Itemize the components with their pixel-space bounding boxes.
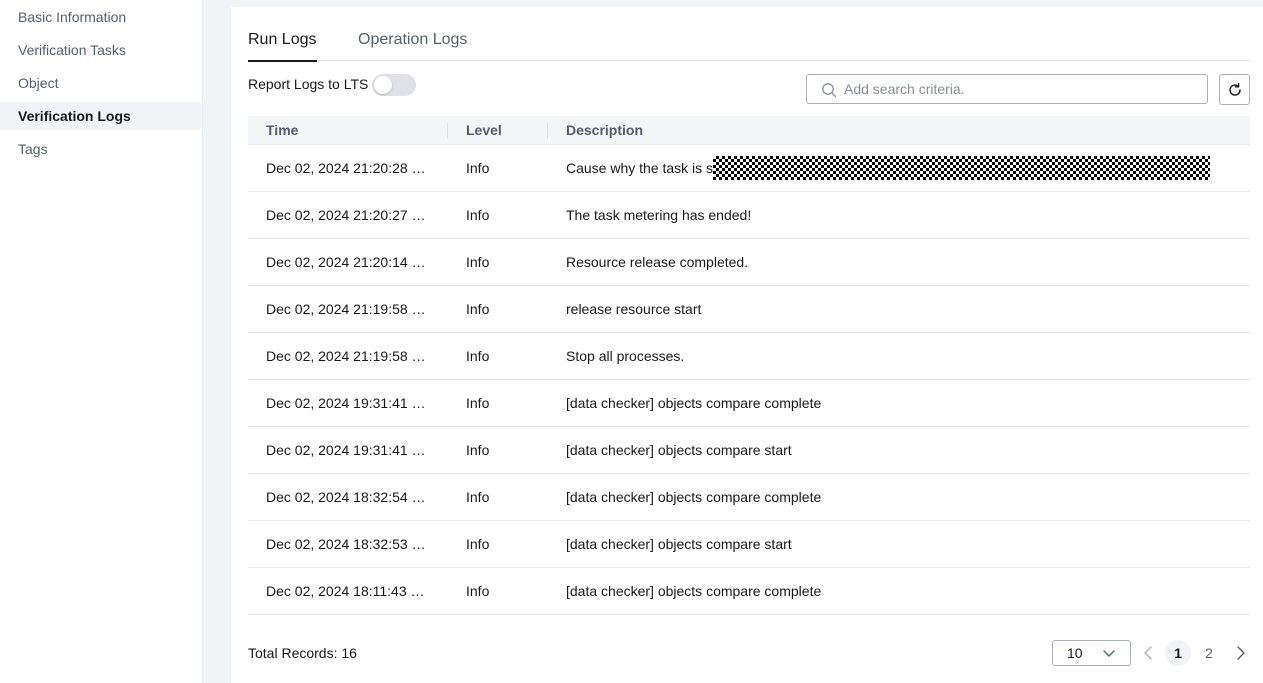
column-divider[interactable]: [547, 123, 548, 139]
sidebar-item-verification-logs[interactable]: Verification Logs: [0, 102, 201, 130]
cell-time: Dec 02, 2024 21:20:28 G...: [266, 160, 428, 176]
page-size-value: 10: [1067, 645, 1083, 661]
cell-level: Info: [466, 160, 490, 176]
total-records: Total Records: 16: [248, 645, 357, 661]
cell-level: Info: [466, 348, 490, 364]
cell-description: Resource release completed.: [566, 254, 749, 270]
cell-level: Info: [466, 442, 490, 458]
cell-time: Dec 02, 2024 18:32:53 G...: [266, 536, 428, 552]
table-row: Dec 02, 2024 18:32:53 G... Info [data ch…: [248, 521, 1250, 568]
chevron-left-icon[interactable]: [1140, 644, 1156, 662]
table-row: Dec 02, 2024 21:20:27 G... Info The task…: [248, 192, 1250, 239]
redacted-overlay: [713, 156, 1210, 180]
sidebar-item-basic-information[interactable]: Basic Information: [0, 3, 201, 31]
table-header: Time Level Description: [248, 116, 1250, 145]
column-header-time[interactable]: Time: [266, 116, 298, 145]
search-icon: [822, 83, 837, 98]
cell-description: release resource start: [566, 301, 702, 317]
cell-time: Dec 02, 2024 19:31:41 G...: [266, 395, 428, 411]
cell-description: [data checker] objects compare complete: [566, 395, 822, 411]
cell-level: Info: [466, 536, 490, 552]
column-divider[interactable]: [447, 123, 448, 139]
page-size-select[interactable]: 10: [1052, 640, 1131, 666]
refresh-icon: [1229, 82, 1241, 96]
table-row: Dec 02, 2024 21:19:58 G... Info release …: [248, 286, 1250, 333]
refresh-button[interactable]: [1219, 74, 1250, 105]
cell-description: [data checker] objects compare start: [566, 536, 792, 552]
report-logs-lts-label: Report Logs to LTS: [248, 76, 369, 92]
toggle-knob: [374, 76, 392, 94]
sidebar-item-verification-tasks[interactable]: Verification Tasks: [0, 36, 201, 64]
cell-description: [data checker] objects compare complete: [566, 489, 822, 505]
tab-run-logs[interactable]: Run Logs: [248, 31, 317, 62]
table-row: Dec 02, 2024 21:19:58 G... Info Stop all…: [248, 333, 1250, 380]
search-input[interactable]: [844, 80, 1194, 98]
cell-level: Info: [466, 207, 490, 223]
cell-level: Info: [466, 301, 490, 317]
main-panel: Run Logs Operation Logs Report Logs to L…: [231, 7, 1263, 683]
table-row: Dec 02, 2024 19:31:41 G... Info [data ch…: [248, 427, 1250, 474]
page-1-button[interactable]: 1: [1165, 640, 1191, 666]
column-header-description[interactable]: Description: [566, 116, 643, 145]
cell-time: Dec 02, 2024 18:11:43 G...: [266, 583, 428, 599]
sidebar-item-tags[interactable]: Tags: [0, 135, 201, 163]
chevron-right-icon[interactable]: [1233, 644, 1249, 662]
cell-description: Stop all processes.: [566, 348, 685, 364]
cell-time: Dec 02, 2024 21:19:58 G...: [266, 301, 428, 317]
cell-description: The task metering has ended!: [566, 207, 752, 223]
chevron-down-icon: [1103, 650, 1115, 657]
log-tabs: Run Logs Operation Logs: [248, 7, 1250, 62]
cell-time: Dec 02, 2024 21:19:58 G...: [266, 348, 428, 364]
run-logs-table: Time Level Description Dec 02, 2024 21:2…: [248, 116, 1250, 615]
table-row: Dec 02, 2024 18:11:43 G... Info [data ch…: [248, 568, 1250, 615]
table-row: Dec 02, 2024 19:31:41 G... Info [data ch…: [248, 380, 1250, 427]
cell-level: Info: [466, 254, 490, 270]
column-header-level[interactable]: Level: [466, 116, 502, 145]
cell-description: [data checker] objects compare complete: [566, 583, 822, 599]
cell-description: [data checker] objects compare start: [566, 442, 792, 458]
table-row: Dec 02, 2024 21:20:14 G... Info Resource…: [248, 239, 1250, 286]
cell-time: Dec 02, 2024 19:31:41 G...: [266, 442, 428, 458]
sidebar: Basic Information Verification Tasks Obj…: [0, 0, 203, 683]
table-row: Dec 02, 2024 18:32:54 G... Info [data ch…: [248, 474, 1250, 521]
search-box[interactable]: [806, 74, 1208, 104]
cell-level: Info: [466, 395, 490, 411]
page-2-button[interactable]: 2: [1196, 640, 1222, 666]
tab-operation-logs[interactable]: Operation Logs: [358, 31, 467, 61]
cell-time: Dec 02, 2024 18:32:54 G...: [266, 489, 428, 505]
table-row: Dec 02, 2024 21:20:28 G... Info Cause wh…: [248, 145, 1250, 192]
cell-level: Info: [466, 489, 490, 505]
cell-time: Dec 02, 2024 21:20:27 G...: [266, 207, 428, 223]
cell-time: Dec 02, 2024 21:20:14 G...: [266, 254, 428, 270]
sidebar-item-object[interactable]: Object: [0, 69, 201, 97]
report-logs-lts-toggle[interactable]: [372, 74, 416, 96]
cell-level: Info: [466, 583, 490, 599]
